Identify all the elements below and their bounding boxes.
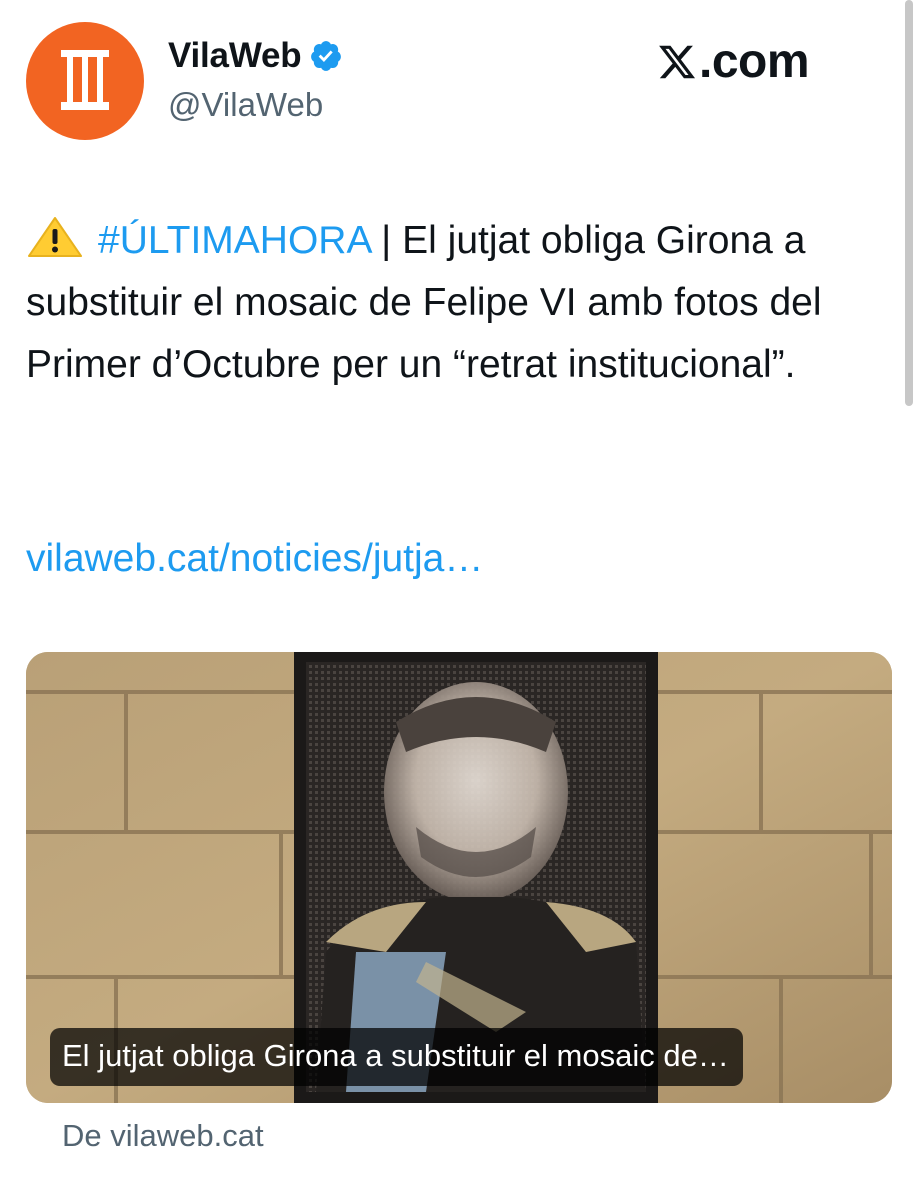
- account-name[interactable]: VilaWeb: [168, 36, 302, 76]
- card-caption: El jutjat obliga Girona a substituir el …: [50, 1028, 743, 1086]
- scrollbar[interactable]: [905, 0, 913, 406]
- tweet-text: #ÚLTIMAHORA | El jutjat obliga Girona a …: [26, 210, 906, 396]
- warning-emoji-icon: [28, 217, 82, 257]
- x-logo-icon: [659, 45, 696, 78]
- card-source[interactable]: De vilaweb.cat: [62, 1118, 264, 1154]
- hashtag-link[interactable]: #ÚLTIMAHORA: [98, 219, 370, 262]
- avatar[interactable]: [26, 22, 144, 140]
- vilaweb-logo-icon: [61, 50, 109, 110]
- verified-badge-icon: [311, 41, 342, 71]
- article-link[interactable]: vilaweb.cat/noticies/jutja…: [26, 528, 483, 590]
- link-preview-card[interactable]: El jutjat obliga Girona a substituir el …: [26, 652, 892, 1103]
- x-com-text: .com: [699, 35, 810, 88]
- account-name-row[interactable]: VilaWeb: [168, 36, 343, 76]
- x-com-watermark: .com: [657, 34, 810, 89]
- account-handle[interactable]: @VilaWeb: [168, 86, 323, 124]
